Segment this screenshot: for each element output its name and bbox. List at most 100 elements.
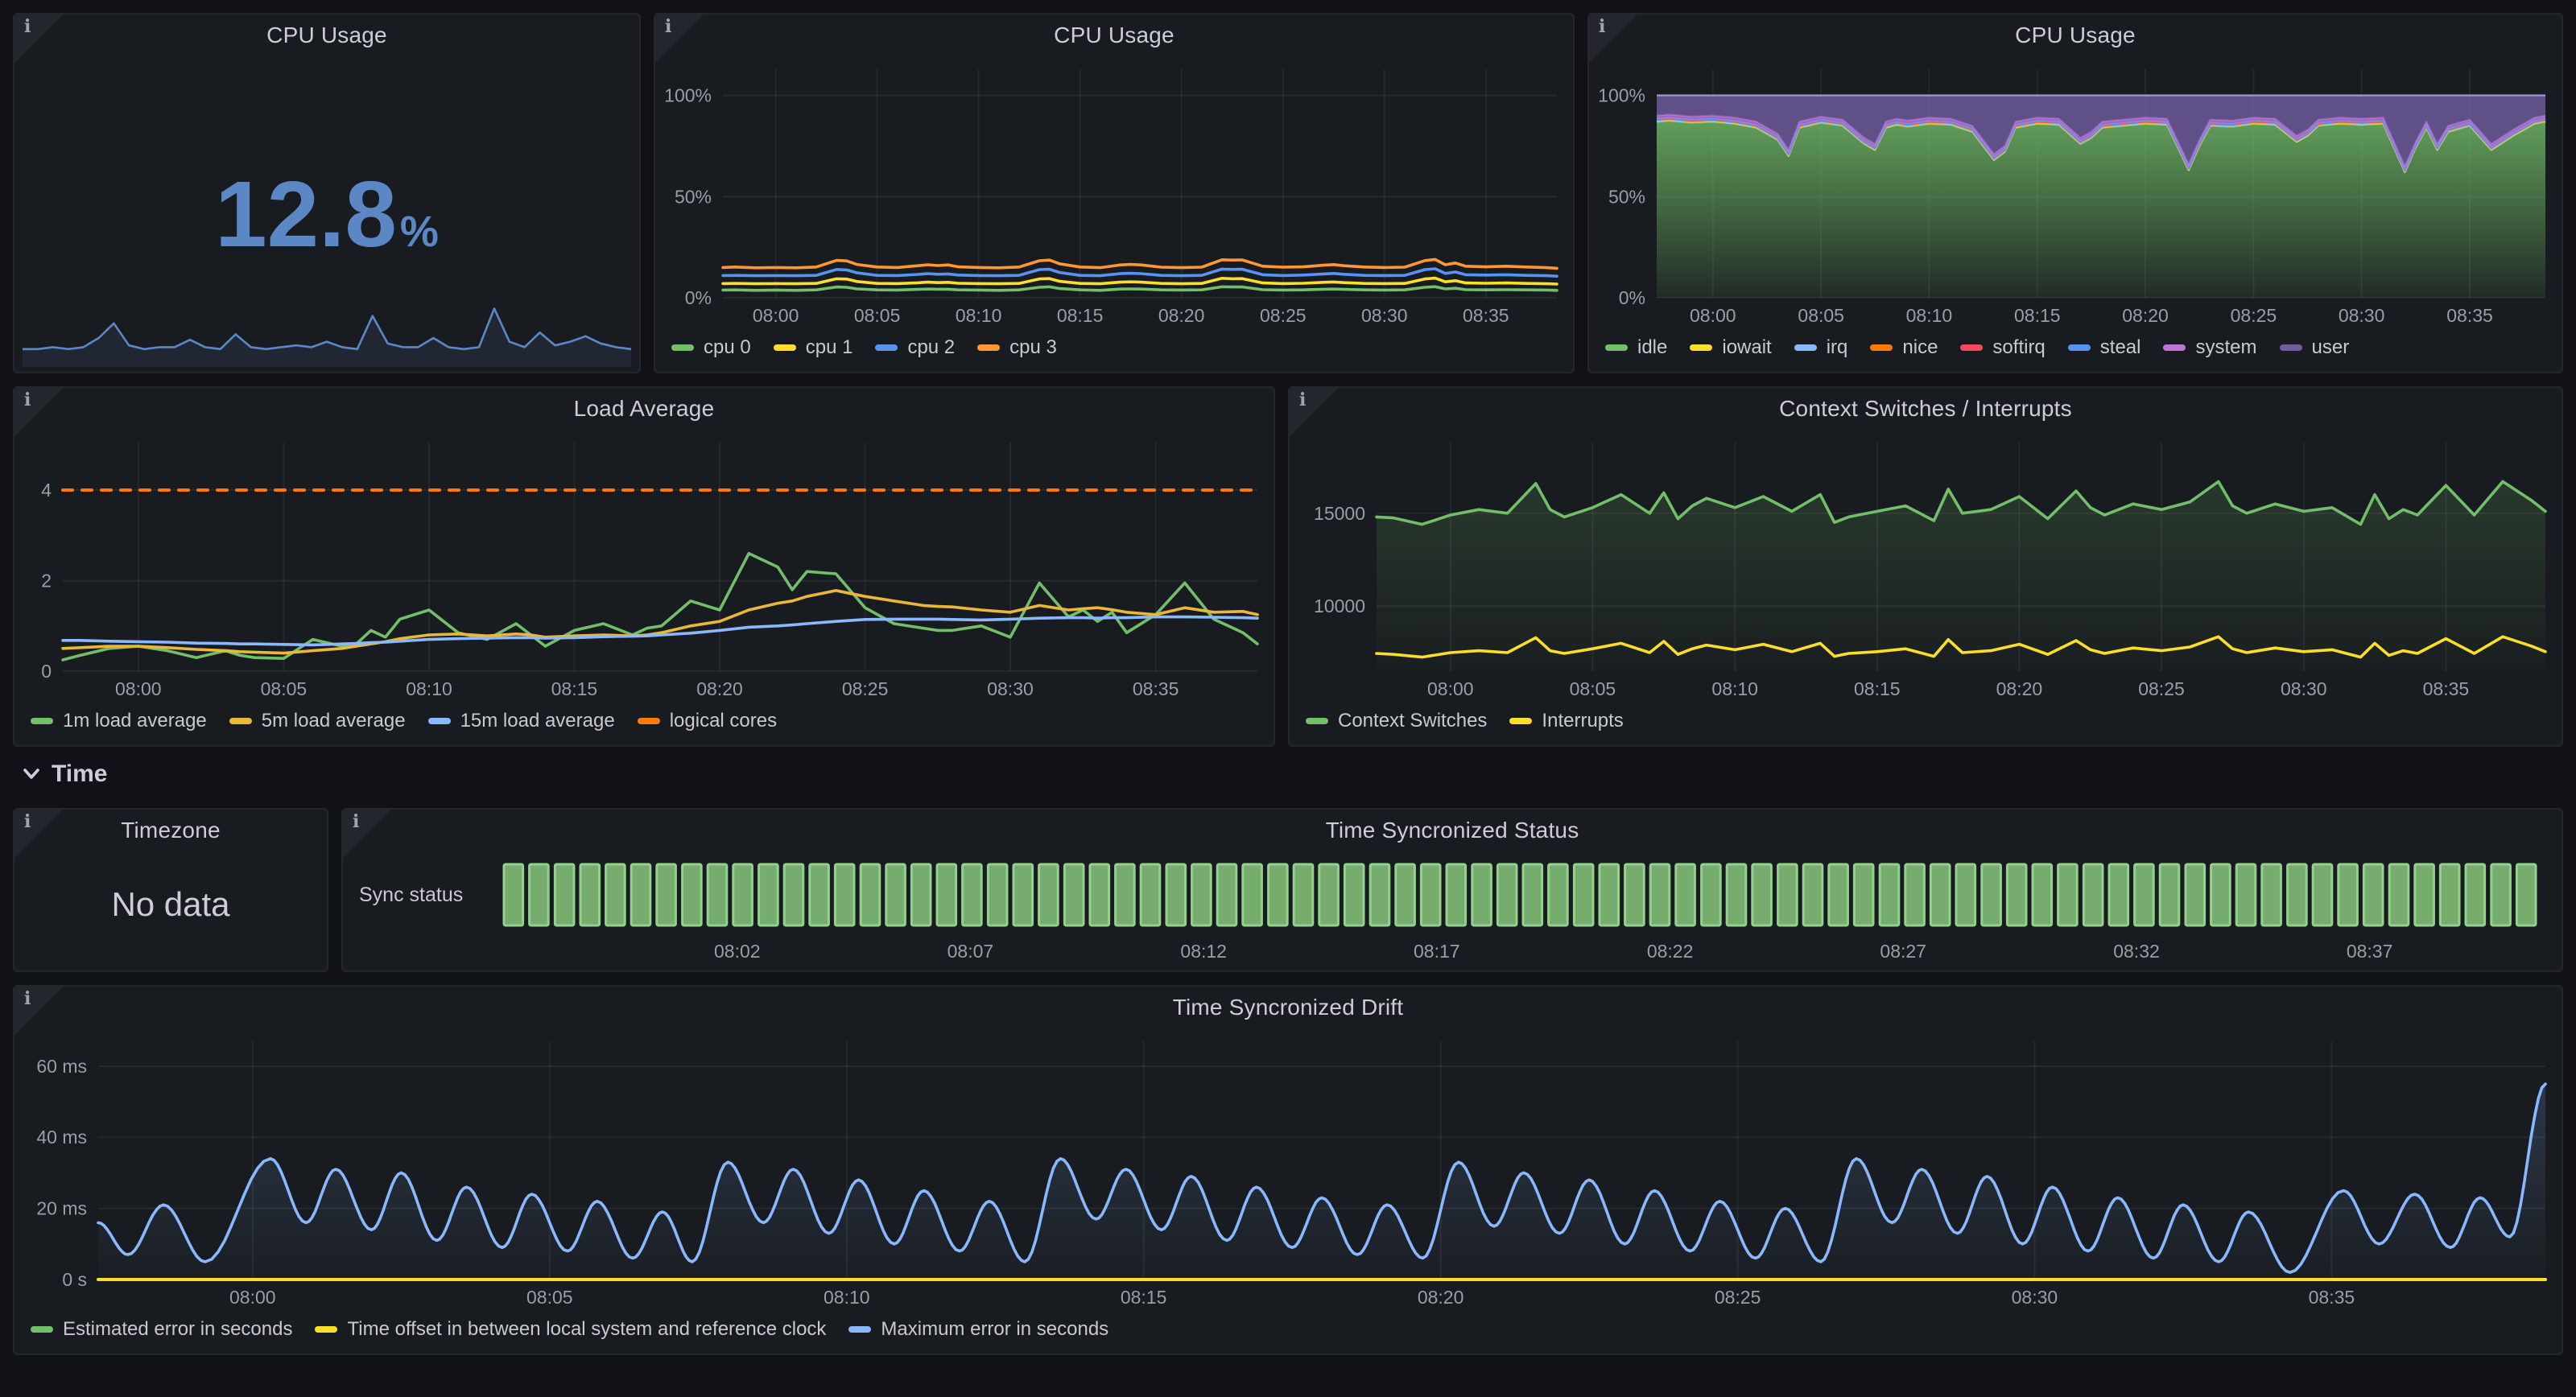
legend-item[interactable]: idle <box>1605 336 1667 359</box>
svg-text:08:05: 08:05 <box>1570 678 1616 699</box>
svg-text:60 ms: 60 ms <box>36 1056 87 1077</box>
panel-cpu-usage-stat: i CPU Usage 12.8 % <box>13 13 641 373</box>
legend-label: cpu 3 <box>1009 336 1057 359</box>
info-icon: i <box>353 811 359 832</box>
svg-text:08:10: 08:10 <box>956 305 1002 326</box>
panel-title[interactable]: Time Syncronized Status <box>391 818 2513 843</box>
panel-header: Time Syncronized Drift <box>14 987 2562 1028</box>
svg-text:08:35: 08:35 <box>1133 678 1179 699</box>
svg-text:2: 2 <box>41 571 52 591</box>
svg-text:08:05: 08:05 <box>1798 305 1844 326</box>
legend-item[interactable]: Context Switches <box>1306 710 1487 732</box>
chart-canvas[interactable]: 08:0208:0708:1208:1708:2208:2708:3208:37 <box>497 851 2549 970</box>
legend-item[interactable]: 15m load average <box>428 710 615 732</box>
panel-title[interactable]: Time Syncronized Drift <box>63 995 2513 1020</box>
legend-item[interactable]: logical cores <box>638 710 777 732</box>
svg-text:08:15: 08:15 <box>1057 305 1104 326</box>
svg-text:08:00: 08:00 <box>229 1287 276 1308</box>
panel-info-corner[interactable]: i <box>14 987 63 1035</box>
panel-header: Context Switches / Interrupts <box>1290 388 2562 430</box>
svg-text:08:10: 08:10 <box>1906 305 1953 326</box>
legend-item[interactable]: Time offset in between local system and … <box>315 1318 826 1341</box>
legend-label: irq <box>1827 336 1848 359</box>
chart-canvas[interactable]: 08:0008:0508:1008:1508:2008:2508:3008:35… <box>1589 56 2562 330</box>
grafana-dashboard: i CPU Usage 12.8 % i CPU Usage 08:00 08:0… <box>0 0 2576 1397</box>
legend-item[interactable]: 5m load average <box>229 710 406 732</box>
series-color-swatch <box>1306 718 1328 724</box>
panel-info-corner[interactable]: i <box>14 14 63 63</box>
svg-text:08:10: 08:10 <box>1711 678 1758 699</box>
panel-title[interactable]: CPU Usage <box>1637 23 2513 48</box>
series-color-swatch <box>1794 344 1817 351</box>
chart-canvas[interactable]: 08:0008:0508:1008:1508:2008:2508:3008:35… <box>14 1028 2562 1312</box>
svg-text:08:30: 08:30 <box>2281 678 2327 699</box>
legend-label: cpu 2 <box>907 336 955 359</box>
series-color-swatch <box>2280 344 2302 351</box>
panel-context-switches: i Context Switches / Interrupts 08:0008:… <box>1288 386 2563 747</box>
chart-canvas[interactable]: 08:0008:0508:1008:1508:2008:2508:3008:35… <box>14 430 1274 703</box>
series-color-swatch <box>31 1326 53 1333</box>
legend-item[interactable]: cpu 3 <box>977 336 1057 359</box>
legend-item[interactable]: nice <box>1870 336 1938 359</box>
chart-canvas[interactable]: 08:0008:0508:1008:1508:2008:2508:3008:35… <box>655 56 1573 330</box>
svg-text:08:20: 08:20 <box>2122 305 2169 326</box>
legend-item[interactable]: cpu 2 <box>875 336 955 359</box>
legend-item[interactable]: Estimated error in seconds <box>31 1318 292 1341</box>
legend-item[interactable]: cpu 0 <box>671 336 751 359</box>
svg-text:08:05: 08:05 <box>854 305 901 326</box>
panel-title[interactable]: Context Switches / Interrupts <box>1338 396 2513 422</box>
panel-info-corner[interactable]: i <box>14 388 63 436</box>
panel-info-corner[interactable]: i <box>655 14 704 63</box>
series-color-swatch <box>774 344 796 351</box>
section-label: Time <box>52 760 107 788</box>
legend-item[interactable]: system <box>2163 336 2256 359</box>
svg-text:08:10: 08:10 <box>406 678 452 699</box>
legend-item[interactable]: softirq <box>1960 336 2045 359</box>
info-icon: i <box>665 16 671 37</box>
panel-title[interactable]: Timezone <box>63 818 279 843</box>
stat-sparkline[interactable] <box>23 296 631 367</box>
svg-text:08:00: 08:00 <box>753 305 799 326</box>
legend-label: steal <box>2100 336 2141 359</box>
legend-item[interactable]: user <box>2280 336 2350 359</box>
svg-text:08:05: 08:05 <box>526 1287 573 1308</box>
svg-text:08:20: 08:20 <box>1158 305 1205 326</box>
panel-title[interactable]: CPU Usage <box>63 23 591 48</box>
legend-item[interactable]: irq <box>1794 336 1848 359</box>
panel-info-corner[interactable]: i <box>343 810 391 858</box>
no-data-text: No data <box>14 851 327 970</box>
svg-text:0: 0 <box>41 661 52 682</box>
svg-text:20 ms: 20 ms <box>36 1198 87 1219</box>
svg-text:15000: 15000 <box>1314 503 1365 524</box>
svg-text:08:30: 08:30 <box>2012 1287 2058 1308</box>
svg-text:0 s: 0 s <box>62 1269 87 1290</box>
series-color-swatch <box>977 344 1000 351</box>
panel-info-corner[interactable]: i <box>1290 388 1338 436</box>
series-color-swatch <box>671 344 694 351</box>
legend-item[interactable]: iowait <box>1690 336 1771 359</box>
legend-item[interactable]: steal <box>2068 336 2141 359</box>
svg-text:08:17: 08:17 <box>1414 941 1460 962</box>
svg-text:0%: 0% <box>685 287 712 308</box>
legend-label: cpu 0 <box>704 336 751 359</box>
legend-item[interactable]: cpu 1 <box>774 336 853 359</box>
svg-text:08:15: 08:15 <box>551 678 598 699</box>
legend-label: 5m load average <box>262 710 406 732</box>
legend-item[interactable]: Interrupts <box>1509 710 1623 732</box>
panel-header: CPU Usage <box>1589 14 2562 56</box>
chart-canvas[interactable]: 08:0008:0508:1008:1508:2008:2508:3008:35… <box>1290 430 2562 703</box>
svg-text:08:22: 08:22 <box>1647 941 1694 962</box>
svg-text:08:30: 08:30 <box>987 678 1034 699</box>
panel-title[interactable]: Load Average <box>63 396 1225 422</box>
panel-info-corner[interactable]: i <box>14 810 63 858</box>
legend-item[interactable]: 1m load average <box>31 710 207 732</box>
series-color-swatch <box>315 1326 337 1333</box>
panel-title[interactable]: CPU Usage <box>704 23 1525 48</box>
section-row-time[interactable]: Time <box>23 753 107 795</box>
panel-info-corner[interactable]: i <box>1589 14 1637 63</box>
chart-legend: idle iowait irq nice softirq steal system user <box>1589 330 2562 372</box>
svg-text:08:25: 08:25 <box>1715 1287 1761 1308</box>
legend-item[interactable]: Maximum error in seconds <box>848 1318 1108 1341</box>
svg-text:08:25: 08:25 <box>2138 678 2185 699</box>
series-color-swatch <box>428 718 451 724</box>
